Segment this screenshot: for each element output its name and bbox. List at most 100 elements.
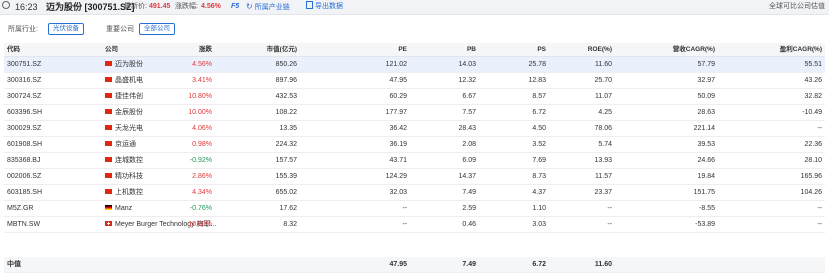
row-market-cap: 13.35: [279, 125, 297, 132]
table-row[interactable]: 300751.SZ 迈为股份 4.56% 850.26 121.02 14.03…: [4, 57, 825, 73]
median-label: 中值: [7, 261, 21, 268]
important-companies-option[interactable]: 重要公司: [106, 24, 134, 34]
row-pe: 36.19: [389, 141, 407, 148]
row-ps: 12.83: [528, 77, 546, 84]
row-code: 002006.SZ: [7, 173, 42, 180]
row-change: 4.06%: [192, 125, 212, 132]
table-row[interactable]: 601908.SH 京运通 0.98% 224.32 36.19 2.08 3.…: [4, 137, 825, 153]
row-pe: 47.95: [389, 77, 407, 84]
row-change: 2.86%: [192, 173, 212, 180]
row-profit-cagr: 28.10: [804, 157, 822, 164]
col-revenue-cagr[interactable]: 营收CAGR(%): [673, 43, 715, 56]
export-data-link[interactable]: 导出数据: [306, 0, 343, 14]
col-market-cap[interactable]: 市值(亿元): [267, 43, 297, 56]
row-company[interactable]: 连城数控: [105, 153, 143, 168]
row-pb: 14.03: [458, 61, 476, 68]
row-profit-cagr: 55.51: [804, 61, 822, 68]
row-pb: 2.08: [462, 141, 476, 148]
row-roe: 23.37: [594, 189, 612, 196]
col-pb[interactable]: PB: [467, 43, 476, 56]
row-profit-cagr: 104.26: [800, 189, 822, 196]
row-company[interactable]: 迈为股份: [105, 57, 143, 72]
top-bar: 16:23 迈为股份 [300751.SZ] 最新价: 491.45 涨跌幅: …: [0, 0, 829, 15]
row-roe: 11.60: [595, 61, 612, 68]
table-row[interactable]: 835368.BJ 连城数控 -0.92% 157.57 43.71 6.09 …: [4, 153, 825, 169]
row-code: 300724.SZ: [7, 93, 42, 100]
company-name: 天龙光电: [115, 125, 143, 132]
company-name: 金辰股份: [115, 109, 143, 116]
row-company[interactable]: 上机数控: [105, 185, 143, 200]
row-company[interactable]: 天龙光电: [105, 121, 143, 136]
row-change: 3.41%: [192, 77, 212, 84]
table-row[interactable]: 603185.SH 上机数控 4.34% 655.02 32.03 7.49 4…: [4, 185, 825, 201]
company-name: Manz: [115, 205, 133, 212]
col-profit-cagr[interactable]: 盈利CAGR(%): [780, 43, 822, 56]
row-company[interactable]: 精功科技: [105, 169, 143, 184]
row-pb: 7.49: [462, 189, 476, 196]
row-pe: 60.29: [389, 93, 407, 100]
median-roe: 11.60: [594, 261, 612, 268]
row-profit-cagr: 32.82: [804, 93, 822, 100]
price-value: 491.45: [149, 3, 171, 10]
row-company[interactable]: 京运通: [105, 137, 136, 152]
row-change: 4.56%: [192, 61, 212, 68]
company-name: 连城数控: [115, 157, 143, 164]
row-market-cap: 432.53: [275, 93, 297, 100]
row-code: MBTN.SW: [7, 221, 41, 228]
row-profit-cagr: 43.26: [804, 77, 822, 84]
row-profit-cagr: --: [817, 125, 822, 132]
refresh-f5-button[interactable]: F5: [231, 0, 239, 14]
company-name: 晶盛机电: [115, 77, 143, 84]
global-comparable-link[interactable]: 全球可比公司估值: [769, 0, 825, 14]
table-row[interactable]: 300724.SZ 捷佳伟创 10.80% 432.53 60.29 6.67 …: [4, 89, 825, 105]
row-ps: 4.37: [532, 189, 546, 196]
col-roe[interactable]: ROE(%): [588, 43, 612, 56]
row-revenue-cagr: 50.09: [697, 93, 715, 100]
china-flag-icon: [105, 61, 112, 66]
row-ps: 3.03: [532, 221, 546, 228]
row-code: M5Z.GR: [7, 205, 34, 212]
row-revenue-cagr: -8.55: [699, 205, 715, 212]
refresh-icon: ↻: [246, 2, 253, 11]
row-company[interactable]: 捷佳伟创: [105, 89, 143, 104]
china-flag-icon: [105, 189, 112, 194]
col-change[interactable]: 涨跌: [199, 43, 212, 56]
row-pb: 0.46: [462, 221, 476, 228]
row-roe: 11.07: [595, 93, 612, 100]
row-change: 10.80%: [188, 93, 212, 100]
row-ps: 25.78: [528, 61, 546, 68]
col-code[interactable]: 代码: [7, 43, 20, 56]
row-company[interactable]: 晶盛机电: [105, 73, 143, 88]
row-market-cap: 155.39: [275, 173, 297, 180]
table-header: 代码 公司 涨跌 市值(亿元) PE PB PS ROE(%) 营收CAGR(%…: [4, 43, 825, 57]
row-change: 0.98%: [192, 141, 212, 148]
row-code: 835368.BJ: [7, 157, 41, 164]
company-name: 上机数控: [115, 189, 143, 196]
table-row[interactable]: 300029.SZ 天龙光电 4.06% 13.35 36.42 28.43 4…: [4, 121, 825, 137]
company-name: 精功科技: [115, 173, 143, 180]
table-row[interactable]: M5Z.GR Manz -0.76% 17.62 -- 2.59 1.10 --…: [4, 201, 825, 217]
row-ps: 8.57: [532, 93, 546, 100]
china-flag-icon: [105, 109, 112, 114]
change-value: 4.56%: [201, 3, 221, 10]
industry-tag[interactable]: 光伏设备: [48, 23, 84, 35]
col-company[interactable]: 公司: [105, 43, 118, 56]
row-market-cap: 224.32: [275, 141, 297, 148]
table-row[interactable]: 300316.SZ 晶盛机电 3.41% 897.96 47.95 12.32 …: [4, 73, 825, 89]
industry-chain-link[interactable]: ↻ 所属产业链: [246, 0, 290, 14]
table-row[interactable]: 603396.SH 金辰股份 10.00% 108.22 177.97 7.57…: [4, 105, 825, 121]
company-name: 捷佳伟创: [115, 93, 143, 100]
all-companies-option[interactable]: 全部公司: [139, 23, 175, 35]
row-code: 603185.SH: [7, 189, 43, 196]
row-company[interactable]: Manz: [105, 201, 132, 216]
table-row[interactable]: 002006.SZ 精功科技 2.86% 155.39 124.29 14.37…: [4, 169, 825, 185]
col-ps[interactable]: PS: [537, 43, 546, 56]
industry-label: 所属行业:: [8, 26, 38, 33]
row-change: -0.76%: [189, 205, 212, 212]
row-company[interactable]: 金辰股份: [105, 105, 143, 120]
row-pe: 124.29: [385, 173, 407, 180]
stock-title: 迈为股份 [300751.SZ]: [46, 2, 135, 12]
table-row[interactable]: MBTN.SW Meyer Burger Technology 梅耶... 10…: [4, 217, 825, 233]
col-pe[interactable]: PE: [398, 43, 407, 56]
china-flag-icon: [105, 125, 112, 130]
